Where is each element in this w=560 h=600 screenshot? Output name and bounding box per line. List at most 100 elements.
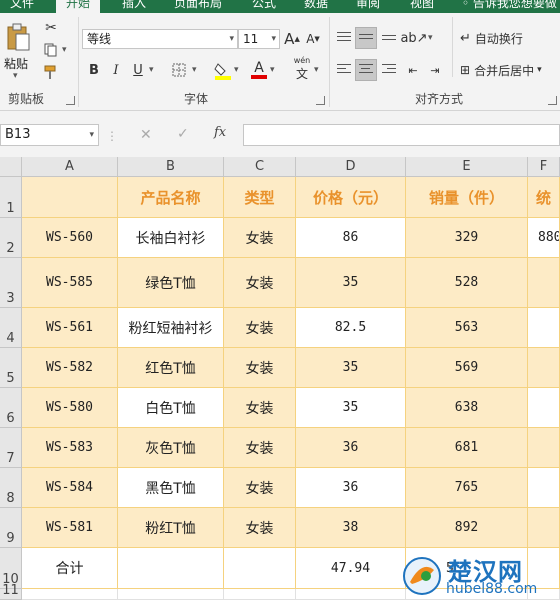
align-center-icon[interactable] — [355, 59, 377, 81]
cell-type[interactable]: 女装 — [224, 218, 296, 258]
tab-data[interactable]: 数据 — [304, 0, 328, 13]
cell-sku[interactable]: WS-582 — [22, 348, 118, 388]
format-painter-icon[interactable] — [42, 63, 60, 81]
cell-product[interactable]: 黑色T恤 — [118, 468, 224, 508]
cell-sales[interactable]: 681 — [406, 428, 528, 468]
row-header[interactable]: 11 — [0, 583, 22, 600]
cell-type[interactable]: 女装 — [224, 258, 296, 308]
fill-dropdown-icon[interactable]: ▾ — [234, 65, 239, 75]
decrease-indent-icon[interactable]: ⇤ — [404, 59, 422, 81]
cell-sales[interactable]: 329 — [406, 218, 528, 258]
cell-product[interactable]: 红色T恤 — [118, 348, 224, 388]
cell-f[interactable] — [528, 308, 560, 348]
cell-type[interactable]: 女装 — [224, 388, 296, 428]
row-header[interactable]: 2 — [0, 218, 22, 258]
cell-product[interactable]: 长袖白衬衫 — [118, 218, 224, 258]
cell-price[interactable]: 36 — [296, 428, 406, 468]
phonetic-icon[interactable]: wén 文 — [292, 56, 312, 81]
empty-cell[interactable] — [296, 589, 406, 600]
cell-f[interactable]: 880 — [528, 218, 560, 258]
total-cell[interactable] — [224, 548, 296, 589]
cell-f[interactable] — [528, 508, 560, 548]
cell-type[interactable]: 女装 — [224, 428, 296, 468]
cut-icon[interactable]: ✂ — [42, 19, 60, 37]
merge-center-button[interactable]: ⊞ 合并后居中 ▾ — [460, 59, 560, 81]
cell-sku[interactable]: WS-561 — [22, 308, 118, 348]
orientation-dropdown-icon[interactable]: ▾ — [428, 33, 433, 43]
column-header-e[interactable]: E — [406, 157, 528, 177]
align-top-icon[interactable] — [335, 27, 353, 49]
row-header[interactable]: 6 — [0, 388, 22, 428]
enter-icon[interactable]: ✓ — [177, 126, 189, 142]
cell-price[interactable]: 35 — [296, 388, 406, 428]
cell-f[interactable] — [528, 388, 560, 428]
column-header-f[interactable]: F — [528, 157, 560, 177]
cell-product[interactable]: 绿色T恤 — [118, 258, 224, 308]
row-header[interactable]: 7 — [0, 428, 22, 468]
tab-page-layout[interactable]: 页面布局 — [174, 0, 222, 13]
cell-sku[interactable]: WS-580 — [22, 388, 118, 428]
tab-review[interactable]: 审阅 — [356, 0, 380, 13]
borders-icon[interactable] — [170, 61, 188, 79]
total-label-cell[interactable]: 合计 — [22, 548, 118, 589]
cell-type[interactable]: 女装 — [224, 468, 296, 508]
font-color-dropdown-icon[interactable]: ▾ — [270, 65, 275, 75]
cell-sku[interactable]: WS-560 — [22, 218, 118, 258]
copy-dropdown-icon[interactable]: ▾ — [62, 45, 67, 55]
formula-input[interactable] — [243, 124, 560, 146]
tab-view[interactable]: 视图 — [410, 0, 434, 13]
cell-f[interactable] — [528, 428, 560, 468]
shrink-font-button[interactable]: A ▼ — [305, 29, 321, 49]
cell-sales[interactable]: 569 — [406, 348, 528, 388]
tab-home[interactable]: 开始 — [56, 0, 101, 13]
column-header-d[interactable]: D — [296, 157, 406, 177]
clipboard-launcher-icon[interactable] — [66, 96, 75, 105]
row-header[interactable]: 1 — [0, 177, 22, 218]
font-size-select[interactable]: 11 ▾ — [238, 29, 280, 49]
header-cell[interactable]: 价格（元） — [296, 177, 406, 218]
bold-button[interactable]: B — [86, 61, 102, 79]
column-header-a[interactable]: A — [22, 157, 118, 177]
header-cell[interactable]: 销量（件） — [406, 177, 528, 218]
align-bottom-icon[interactable] — [380, 27, 398, 49]
total-cell[interactable] — [118, 548, 224, 589]
align-right-icon[interactable] — [380, 59, 398, 81]
cell-type[interactable]: 女装 — [224, 508, 296, 548]
row-header[interactable]: 9 — [0, 508, 22, 548]
column-header-b[interactable]: B — [118, 157, 224, 177]
cell-price[interactable]: 35 — [296, 348, 406, 388]
increase-indent-icon[interactable]: ⇥ — [426, 59, 444, 81]
paste-button[interactable] — [4, 21, 32, 55]
column-header-c[interactable]: C — [224, 157, 296, 177]
font-name-select[interactable]: 等线 ▾ — [82, 29, 238, 49]
grow-font-button[interactable]: A ▲ — [284, 29, 300, 49]
row-header[interactable]: 3 — [0, 258, 22, 308]
cell-sales[interactable]: 765 — [406, 468, 528, 508]
cell-product[interactable]: 粉红短袖衬衫 — [118, 308, 224, 348]
total-price-cell[interactable]: 47.94 — [296, 548, 406, 589]
alignment-launcher-icon[interactable] — [548, 96, 557, 105]
phonetic-dropdown-icon[interactable]: ▾ — [314, 65, 319, 75]
cell-sku[interactable]: WS-583 — [22, 428, 118, 468]
cell-f[interactable] — [528, 468, 560, 508]
cell-sales[interactable]: 528 — [406, 258, 528, 308]
cell-price[interactable]: 86 — [296, 218, 406, 258]
align-middle-icon[interactable] — [355, 27, 377, 49]
header-cell[interactable] — [22, 177, 118, 218]
cell-price[interactable]: 38 — [296, 508, 406, 548]
cell-price[interactable]: 82.5 — [296, 308, 406, 348]
cancel-icon[interactable]: ✕ — [140, 127, 152, 143]
header-cell[interactable]: 产品名称 — [118, 177, 224, 218]
wrap-text-button[interactable]: ↵ 自动换行 — [460, 27, 560, 49]
cell-type[interactable]: 女装 — [224, 308, 296, 348]
cell-sku[interactable]: WS-584 — [22, 468, 118, 508]
cell-sales[interactable]: 638 — [406, 388, 528, 428]
row-header[interactable]: 4 — [0, 308, 22, 348]
cell-f[interactable] — [528, 348, 560, 388]
header-cell[interactable]: 类型 — [224, 177, 296, 218]
select-all-corner[interactable] — [0, 157, 22, 177]
underline-button[interactable]: U — [130, 61, 146, 79]
row-header[interactable]: 8 — [0, 468, 22, 508]
cell-product[interactable]: 白色T恤 — [118, 388, 224, 428]
italic-button[interactable]: I — [108, 61, 124, 79]
